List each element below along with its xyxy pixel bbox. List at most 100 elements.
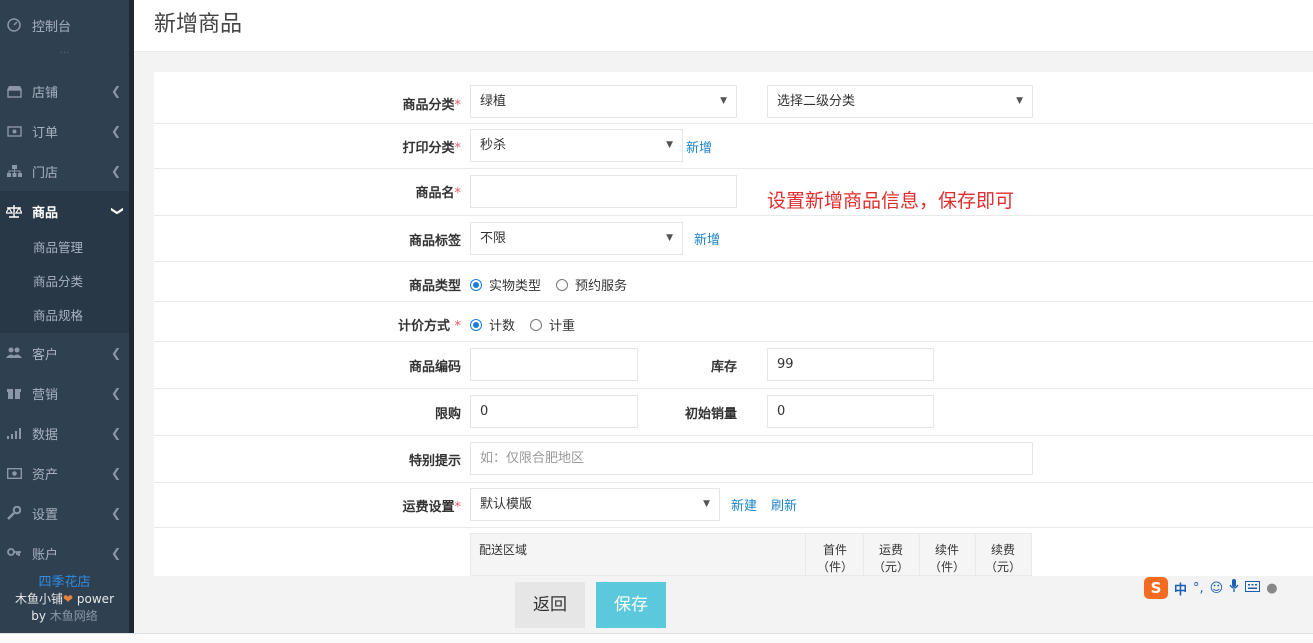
th-fee: 运费 （元） [872,543,909,574]
shipping-template-value: 默认模版 [480,497,533,512]
initial-sales-input[interactable]: 0 [767,395,934,428]
nav-assets[interactable]: 资产 ❮ [0,453,133,493]
row-product-name: 商品名* [154,170,1313,216]
bottom-strip [0,633,1313,643]
nav-orders[interactable]: 订单 ❮ [0,111,133,151]
shipping-new-link[interactable]: 新建 [731,495,757,514]
product-name-input[interactable] [470,175,737,208]
keyboard-icon[interactable] [1245,580,1261,596]
purchase-limit-label: 限购 [434,407,461,422]
nav-marketing[interactable]: 营销 ❮ [0,373,133,413]
nav-branch-label: 门店 [32,165,59,181]
nav-customers[interactable]: 客户 ❮ [0,333,133,373]
caret-down-icon: ▼ [1016,96,1023,106]
special-notice-label: 特别提示 [408,454,461,469]
chevron-left-icon: ❮ [110,546,121,560]
brand-line: 木鱼小铺❤ power [0,591,129,608]
pricing-weight-radio[interactable]: 计重 [530,315,575,334]
shipping-template-select[interactable]: 默认模版 ▼ [470,488,720,521]
gift-icon [6,385,22,401]
print-category-value: 秒杀 [480,138,507,153]
product-form: 商品分类* 绿植 ▼ 选择二级分类 ▼ 打印分类* 秒杀 ▼ 新增 商品名* 商品标签… [154,72,1313,576]
sidebar: 控制台 ··· 店铺 ❮ 订单 ❮ 门店 ❮ 商品 ❮ 商品管理 商品分类 商品… [0,0,134,643]
nav-marketing-label: 营销 [32,387,59,403]
microphone-icon[interactable] [1229,579,1239,597]
back-button[interactable]: 返回 [515,582,585,628]
branch-icon [6,163,22,179]
print-category-label: 打印分类* [402,141,461,156]
nav-data[interactable]: 数据 ❮ [0,413,133,453]
radio-unchecked-icon [556,278,568,291]
chevron-left-icon: ❮ [110,506,121,520]
print-category-select[interactable]: 秒杀 ▼ [470,129,683,162]
ime-language[interactable]: 中 [1174,579,1187,598]
type-physical-radio[interactable]: 实物类型 [470,275,541,294]
category-select[interactable]: 绿植 ▼ [470,85,737,118]
nav-orders-label: 订单 [32,125,59,141]
row-limit-sales: 限购 0 初始销量 0 [154,390,1313,436]
th-first: 首件 （件） [816,543,853,574]
wrench-icon [6,505,22,521]
type-physical-label: 实物类型 [489,279,542,294]
product-code-input[interactable] [470,348,638,381]
product-tag-label: 商品标签 [408,234,461,249]
nav-products[interactable]: 商品 ❮ [0,191,133,231]
nav-dashboard[interactable]: 控制台 [0,5,133,45]
ime-toolbar[interactable]: S 中 °, ☺ ● [1144,574,1313,602]
th-renew: 续费 （元） [984,543,1021,574]
pricing-count-radio[interactable]: 计数 [470,315,515,334]
type-booking-radio[interactable]: 预约服务 [556,275,627,294]
th-area: 配送区域 [479,543,528,557]
subcategory-select[interactable]: 选择二级分类 ▼ [767,85,1033,118]
purchase-limit-input[interactable]: 0 [470,395,638,428]
key-icon [6,545,22,561]
nav-collapse-dots[interactable]: ··· [0,48,129,59]
product-tag-add-link[interactable]: 新增 [694,229,720,248]
print-category-add-link[interactable]: 新增 [686,137,712,156]
emoji-icon[interactable]: ☺ [1210,581,1224,596]
brand-credit: by 木鱼网络 [0,608,129,625]
row-pricing: 计价方式 * 计数 计重 [154,303,1313,342]
money-icon [6,465,22,481]
sub-product-management[interactable]: 商品管理 [0,231,133,265]
pricing-label: 计价方式 * [397,319,461,334]
chevron-left-icon: ❮ [110,426,121,440]
nav-settings[interactable]: 设置 ❮ [0,493,133,533]
form-footer: 返回 保存 [134,576,1313,633]
chevron-left-icon: ❮ [110,466,121,480]
row-product-type: 商品类型 实物类型 预约服务 [154,263,1313,302]
shipping-refresh-link[interactable]: 刷新 [771,495,797,514]
save-button[interactable]: 保存 [596,582,666,628]
radio-checked-icon [470,318,482,331]
annotation-hint: 设置新增商品信息，保存即可 [767,190,1015,212]
shop-name: 四季花店 [38,575,91,590]
stock-label: 库存 [710,360,737,375]
main-content: 新增商品 商品分类* 绿植 ▼ 选择二级分类 ▼ 打印分类* 秒杀 ▼ 新增 商品名*… [134,0,1313,643]
dashboard-icon [6,17,22,33]
orders-icon [6,123,22,139]
brand-name: 木鱼小铺 [15,592,64,606]
sub-product-spec[interactable]: 商品规格 [0,299,133,333]
row-code-stock: 商品编码 库存 99 [154,343,1313,389]
special-notice-input[interactable]: 如：仅限合肥地区 [470,442,1033,475]
ime-punctuation[interactable]: °, [1193,581,1204,596]
product-name-label: 商品名* [415,186,461,201]
nav-branch[interactable]: 门店 ❮ [0,151,133,191]
row-category: 商品分类* 绿植 ▼ 选择二级分类 ▼ [154,72,1313,124]
nav-account[interactable]: 账户 ❮ [0,533,133,573]
nav-store[interactable]: 店铺 ❮ [0,71,133,111]
product-type-label: 商品类型 [408,279,461,294]
chevron-down-icon: ❮ [108,205,123,217]
chevron-left-icon: ❮ [110,346,121,360]
nav-store-label: 店铺 [32,85,59,101]
product-tag-select[interactable]: 不限 ▼ [470,222,683,255]
skin-icon[interactable]: ● [1266,581,1277,596]
row-special-notice: 特别提示 如：仅限合肥地区 [154,437,1313,483]
stock-input[interactable]: 99 [767,348,934,381]
type-booking-label: 预约服务 [575,279,628,294]
chevron-left-icon: ❮ [110,386,121,400]
row-shipping: 运费设置* 默认模版 ▼ 新建 刷新 [154,484,1313,528]
sub-product-category[interactable]: 商品分类 [0,265,133,299]
nav-settings-label: 设置 [32,507,59,523]
initial-sales-label: 初始销量 [684,407,737,422]
